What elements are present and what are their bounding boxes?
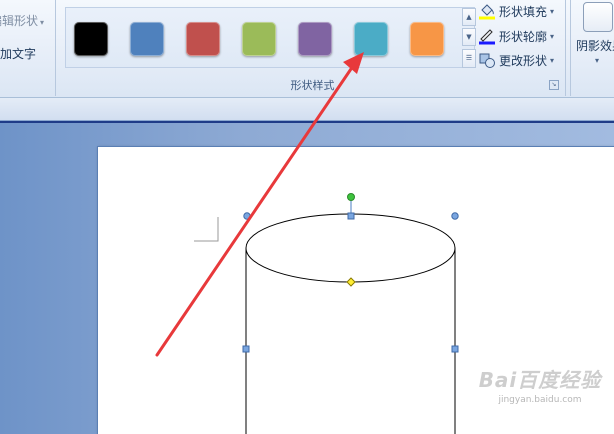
dropdown-arrow-icon: ▾: [550, 55, 555, 65]
shape-styles-group: ▲ ▼ ☰ 形状填充 ▾ 形状轮廓 ▾ 更改形状 ▾ 形状样式 ↘: [60, 0, 566, 96]
shadow-effects-button[interactable]: [583, 2, 613, 32]
style-swatch-blue[interactable]: [130, 22, 164, 56]
dropdown-arrow-icon: ▾: [595, 56, 600, 65]
paint-bucket-icon: [479, 4, 495, 20]
edit-shape-label: 编辑形状: [0, 14, 39, 28]
dropdown-arrow-icon: ▾: [550, 6, 555, 16]
add-text-label: 添加文字: [0, 47, 37, 61]
change-shape-icon: [479, 53, 495, 68]
add-text-button[interactable]: 添加文字: [0, 45, 36, 62]
gallery-scroll-up-button[interactable]: ▲: [462, 8, 476, 26]
shape-fill-label: 形状填充: [499, 4, 548, 19]
change-shape-button[interactable]: 更改形状 ▾: [478, 50, 554, 70]
pen-outline-icon: [479, 29, 495, 45]
watermark: Bai百度经验 jingyan.baidu.com: [470, 364, 610, 416]
style-swatch-black[interactable]: [74, 22, 108, 56]
shadow-effects-label: 阴影效果: [576, 39, 614, 53]
dropdown-arrow-icon: ▾: [40, 18, 45, 27]
watermark-url: jingyan.baidu.com: [498, 395, 582, 405]
edit-shape-button[interactable]: 编辑形状▾: [0, 12, 44, 29]
shape-styles-group-label: 形状样式: [290, 79, 335, 92]
shape-fill-button[interactable]: 形状填充 ▾: [478, 1, 554, 21]
style-swatch-red[interactable]: [186, 22, 220, 56]
ribbon: 编辑形状▾ 添加文字 ▲ ▼ ☰ 形状填充▾: [0, 0, 614, 98]
gallery-scroll-down-button[interactable]: ▼: [462, 28, 476, 46]
style-swatch-purple[interactable]: [298, 22, 332, 56]
dialog-launcher-icon[interactable]: ↘: [549, 80, 559, 90]
style-swatch-green[interactable]: [242, 22, 276, 56]
dropdown-arrow-icon: ▾: [550, 31, 555, 41]
change-shape-label: 更改形状: [499, 53, 548, 68]
watermark-logo: Bai百度经验: [478, 368, 602, 392]
style-swatch-orange[interactable]: [410, 22, 444, 56]
shape-outline-button[interactable]: 形状轮廓 ▾: [478, 26, 554, 46]
style-swatch-aqua[interactable]: [354, 22, 388, 56]
gallery-more-button[interactable]: ☰: [462, 49, 476, 68]
shape-outline-label: 形状轮廓: [499, 29, 548, 44]
shadow-effects-group: 阴影效果 ▾: [570, 0, 614, 96]
ruler-strip: [0, 98, 614, 120]
left-partial-group: 编辑形状▾ 添加文字: [0, 0, 56, 96]
shape-style-gallery: ▲ ▼ ☰: [65, 7, 476, 68]
